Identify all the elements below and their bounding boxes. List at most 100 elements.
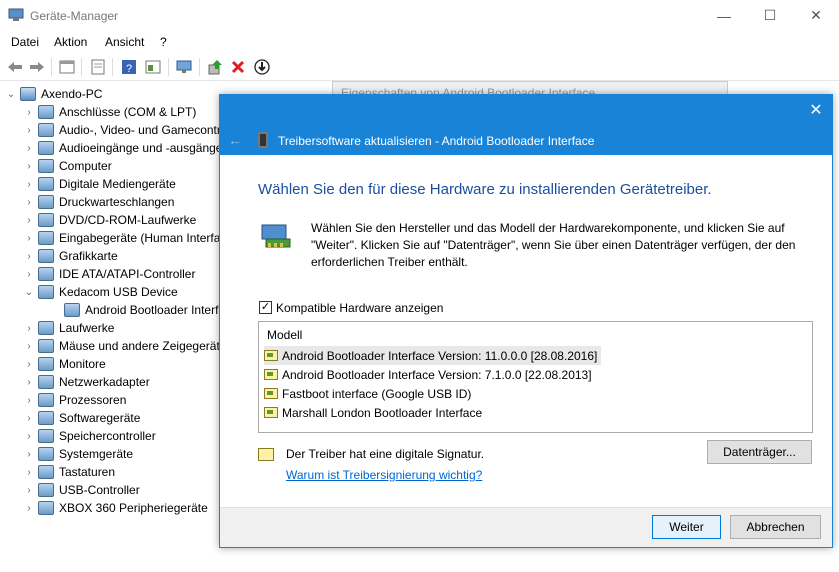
tree-category-item[interactable]: › USB-Controller (24, 481, 140, 499)
tree-category-item[interactable]: › Monitore (24, 355, 106, 373)
driver-icon (264, 407, 278, 418)
forward-arrow-icon[interactable] (27, 57, 47, 77)
chevron-right-icon[interactable]: › (24, 125, 34, 136)
tree-root[interactable]: ⌄ Axendo-PC (6, 85, 102, 103)
signature-info-link[interactable]: Warum ist Treibersignierung wichtig? (286, 468, 482, 482)
computer-icon (38, 159, 54, 173)
tree-category-item[interactable]: › Grafikkarte (24, 247, 118, 265)
tree-category-item[interactable]: › Netzwerkadapter (24, 373, 150, 391)
chevron-right-icon[interactable]: › (24, 503, 34, 514)
tree-category-item[interactable]: › DVD/CD-ROM-Laufwerke (24, 211, 196, 229)
tree-category-item[interactable]: › Laufwerke (24, 319, 114, 337)
tree-item-label: Audio-, Video- und Gamecontroller (59, 123, 222, 137)
chevron-right-icon[interactable]: › (24, 323, 34, 334)
model-list-item[interactable]: Android Bootloader Interface Version: 7.… (264, 365, 596, 384)
model-list-item[interactable]: Android Bootloader Interface Version: 11… (264, 346, 602, 365)
model-listbox[interactable]: Modell Android Bootloader Interface Vers… (258, 321, 813, 433)
network-icon (38, 375, 54, 389)
android-device-icon (64, 303, 80, 317)
tree-category-item[interactable]: › Mäuse und andere Zeigegeräte (24, 337, 222, 355)
menu-ansicht[interactable]: Ansicht (105, 35, 144, 49)
details-icon[interactable] (143, 57, 163, 77)
chevron-right-icon[interactable]: › (24, 107, 34, 118)
menu-help[interactable]: ? (160, 35, 167, 49)
chevron-down-icon[interactable]: ⌄ (24, 287, 34, 298)
tree-item-label: Monitore (59, 357, 106, 371)
model-list-item[interactable]: Marshall London Bootloader Interface (264, 403, 486, 422)
tree-child-item[interactable]: Android Bootloader Interface (60, 301, 222, 319)
chevron-right-icon[interactable]: › (24, 233, 34, 244)
menu-aktion[interactable]: Aktion (54, 35, 87, 49)
close-button[interactable]: ✕ (793, 0, 839, 31)
chevron-right-icon[interactable]: › (24, 359, 34, 370)
chevron-right-icon[interactable]: › (24, 251, 34, 262)
chevron-right-icon[interactable]: › (24, 215, 34, 226)
chevron-right-icon[interactable]: › (24, 467, 34, 478)
tree-category-item[interactable]: › Audioeingänge und -ausgänge (24, 139, 222, 157)
cancel-button[interactable]: Abbrechen (730, 515, 821, 539)
tree-category-item[interactable]: › XBOX 360 Peripheriegeräte (24, 499, 208, 517)
chevron-right-icon[interactable]: › (24, 485, 34, 496)
tree-category-item[interactable]: › IDE ATA/ATAPI-Controller (24, 265, 195, 283)
mouse-icon (38, 339, 54, 353)
tree-category-item[interactable]: › Tastaturen (24, 463, 115, 481)
chevron-right-icon[interactable]: › (24, 197, 34, 208)
have-disk-button[interactable]: Datenträger... (707, 440, 812, 464)
chevron-right-icon[interactable]: › (24, 377, 34, 388)
chevron-right-icon[interactable]: › (24, 269, 34, 280)
toolbar-separator (51, 58, 52, 76)
compatible-hardware-label[interactable]: Kompatible Hardware anzeigen (276, 301, 443, 315)
chevron-down-icon[interactable]: ⌄ (6, 89, 16, 100)
driver-icon (264, 388, 278, 399)
show-hidden-icon[interactable] (88, 57, 108, 77)
properties-icon[interactable] (57, 57, 77, 77)
tree-category-item[interactable]: › Speichercontroller (24, 427, 156, 445)
tree-category-item[interactable]: › Prozessoren (24, 391, 126, 409)
chevron-right-icon[interactable]: › (24, 395, 34, 406)
tree-category-item[interactable]: › Audio-, Video- und Gamecontroller (24, 121, 222, 139)
back-arrow-icon[interactable]: ← (228, 132, 242, 148)
compatible-hardware-checkbox[interactable]: ✓ (259, 301, 272, 314)
menu-datei[interactable]: Datei (11, 35, 39, 49)
minimize-button[interactable]: — (701, 0, 747, 31)
download-icon[interactable] (252, 57, 272, 77)
dialog-header: ← Treibersoftware aktualisieren - Androi… (220, 125, 832, 155)
tree-item-label: IDE ATA/ATAPI-Controller (59, 267, 196, 281)
drive-icon (38, 321, 54, 335)
help-icon[interactable]: ? (119, 57, 139, 77)
back-arrow-icon[interactable] (5, 57, 25, 77)
svg-text:?: ? (126, 63, 132, 75)
speaker-icon (38, 141, 54, 155)
chevron-right-icon[interactable]: › (24, 179, 34, 190)
chevron-right-icon[interactable]: › (24, 449, 34, 460)
tree-category-item[interactable]: › Eingabegeräte (Human Interface Devices) (24, 229, 222, 247)
chevron-right-icon[interactable]: › (24, 143, 34, 154)
tree-category-item[interactable]: ⌄ Kedacom USB Device (24, 283, 178, 301)
toolbar-separator (199, 58, 200, 76)
signed-driver-icon (258, 448, 274, 461)
model-list-item[interactable]: Fastboot interface (Google USB ID) (264, 384, 475, 403)
tree-category-item[interactable]: › Computer (24, 157, 112, 175)
uninstall-icon[interactable] (228, 57, 248, 77)
chevron-right-icon[interactable]: › (24, 161, 34, 172)
device-manager-icon (8, 8, 24, 22)
tree-category-item[interactable]: › Druckwarteschlangen (24, 193, 174, 211)
tree-category-item[interactable]: › Anschlüsse (COM & LPT) (24, 103, 196, 121)
dialog-close-button[interactable]: ✕ (800, 95, 832, 125)
signature-status-text: Der Treiber hat eine digitale Signatur. (286, 447, 485, 461)
device-tree[interactable]: ⌄ Axendo-PC › Anschlüsse (COM & LPT) › Audi… (0, 82, 222, 572)
model-label: Android Bootloader Interface Version: 7.… (282, 367, 592, 382)
maximize-button[interactable]: ☐ (747, 0, 793, 31)
monitor-icon[interactable] (174, 57, 194, 77)
dialog-heading: Wählen Sie den für diese Hardware zu ins… (258, 181, 712, 198)
update-driver-icon[interactable] (205, 57, 225, 77)
tree-category-item[interactable]: › Softwaregeräte (24, 409, 140, 427)
chevron-right-icon[interactable]: › (24, 341, 34, 352)
tree-item-label: Systemgeräte (59, 447, 134, 461)
next-button[interactable]: Weiter (652, 515, 721, 539)
tree-category-item[interactable]: › Systemgeräte (24, 445, 133, 463)
tree-category-item[interactable]: › Digitale Mediengeräte (24, 175, 176, 193)
chevron-right-icon[interactable]: › (24, 431, 34, 442)
chevron-right-icon[interactable]: › (24, 413, 34, 424)
driver-icon (264, 369, 278, 380)
